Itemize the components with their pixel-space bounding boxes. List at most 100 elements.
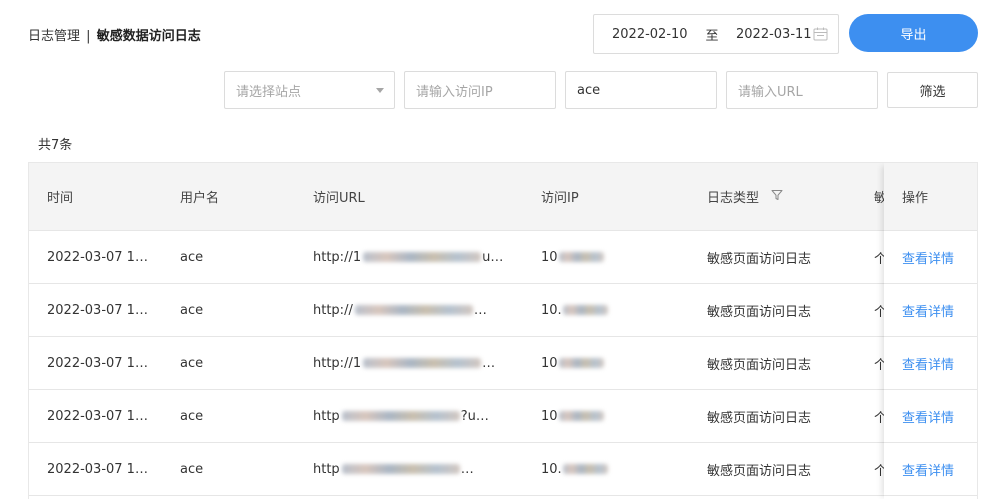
url-prefix: http	[313, 461, 340, 477]
url-suffix: …	[482, 355, 496, 371]
breadcrumb-parent[interactable]: 日志管理	[28, 29, 80, 44]
funnel-icon[interactable]	[771, 189, 783, 205]
cell-time: 2022-03-07 1…	[47, 249, 148, 265]
breadcrumb: 日志管理 | 敏感数据访问日志	[28, 25, 201, 44]
cell-url: http://1 …	[313, 337, 513, 389]
ip-input-placeholder: 请输入访问IP	[416, 84, 493, 100]
cell-log-type: 敏感页面访问日志	[707, 251, 812, 267]
cell-truncated: 个	[874, 337, 884, 389]
ip-prefix: 10	[541, 249, 558, 265]
table-row: 2022-03-07 1… ace http … 10. 敏感页面访问日志 个	[29, 443, 977, 496]
view-details-link[interactable]: 查看详情	[902, 301, 954, 320]
header-username: 用户名	[180, 191, 220, 206]
redacted-ip	[558, 411, 604, 421]
table-row: 2022-03-07 1… ace http://1… 10 敏感页面访问日志 …	[29, 337, 977, 390]
cell-time: 2022-03-07 1…	[47, 461, 148, 477]
redacted-url	[341, 464, 460, 474]
site-select[interactable]: 请选择站点	[224, 71, 395, 109]
username-input[interactable]: ace	[565, 71, 717, 109]
cell-username: ace	[180, 249, 204, 265]
calendar-icon[interactable]	[813, 27, 828, 45]
cell-username: ace	[180, 355, 204, 371]
cell-truncated: 个	[874, 443, 884, 495]
view-details-link[interactable]: 查看详情	[902, 460, 954, 479]
cell-ip: 10	[541, 337, 631, 389]
header-time: 时间	[47, 191, 74, 206]
site-select-placeholder: 请选择站点	[236, 84, 302, 100]
caret-down-icon	[376, 88, 384, 93]
header-url: 访问URL	[313, 191, 365, 206]
table-row: 2022-03-07 1… ace http ?u… 10 敏感页面访问日志 个	[29, 390, 977, 443]
username-input-value: ace	[577, 82, 601, 98]
cell-time: 2022-03-07 1…	[47, 355, 148, 371]
redacted-url	[354, 305, 473, 315]
cell-ip: 10.	[541, 284, 631, 336]
header-log-type-label: 日志类型	[707, 191, 760, 206]
log-table: 时间 用户名 访问URL 访问IP 日志类型 敏 2022-03-07 1… a…	[28, 162, 978, 499]
end-date[interactable]: 2022-03-11	[736, 27, 812, 42]
view-details-link[interactable]: 查看详情	[902, 248, 954, 267]
cell-log-type: 敏感页面访问日志	[707, 463, 812, 479]
url-prefix: http://1	[313, 249, 362, 265]
url-suffix: …	[473, 302, 487, 318]
date-range-separator: 至	[705, 28, 719, 44]
cell-username: ace	[180, 302, 204, 318]
total-count: 共7条	[38, 138, 73, 153]
cell-url: http …	[313, 443, 513, 495]
cell-log-type: 敏感页面访问日志	[707, 357, 812, 373]
start-date[interactable]: 2022-02-10	[612, 27, 688, 42]
view-details-link[interactable]: 查看详情	[902, 354, 954, 373]
cell-time: 2022-03-07 1…	[47, 408, 148, 424]
cell-url: http://1 u…	[313, 231, 513, 283]
redacted-ip	[562, 464, 608, 474]
redacted-ip	[562, 305, 608, 315]
date-range-picker[interactable]: 2022-02-10 至 2022-03-11	[593, 14, 839, 54]
url-suffix: …	[460, 461, 474, 477]
redacted-url	[363, 358, 482, 368]
cell-ip: 10.	[541, 443, 631, 495]
ip-prefix: 10.	[541, 461, 562, 477]
header-log-type: 日志类型	[707, 163, 857, 230]
cell-ip: 10	[541, 231, 631, 283]
export-button[interactable]: 导出	[849, 14, 978, 52]
ip-prefix: 10.	[541, 302, 562, 318]
redacted-ip	[558, 252, 604, 262]
url-input[interactable]: 请输入URL	[726, 71, 878, 109]
url-prefix: http://	[313, 302, 353, 318]
cell-username: ace	[180, 461, 204, 477]
header-ip: 访问IP	[541, 191, 579, 206]
cell-url: http:// …	[313, 284, 513, 336]
table-header: 时间 用户名 访问URL 访问IP 日志类型 敏	[29, 163, 977, 231]
breadcrumb-separator: |	[86, 29, 91, 44]
table-row: 2022-03-07 1… ace http://1 u… 10 敏感页面访问日志…	[29, 231, 977, 284]
operation-cell: 查看详情	[884, 231, 977, 284]
filter-button[interactable]: 筛选	[887, 72, 978, 108]
cell-time: 2022-03-07 1…	[47, 302, 148, 318]
cell-username: ace	[180, 408, 204, 424]
cell-log-type: 敏感页面访问日志	[707, 304, 812, 320]
cell-url: http ?u…	[313, 390, 513, 442]
redacted-url	[341, 411, 460, 421]
redacted-url	[363, 252, 482, 262]
operation-column: 操作 查看详情 查看详情 查看详情 查看详情 查看详情	[884, 163, 977, 499]
cell-truncated: 个	[874, 390, 884, 442]
cell-truncated: 个	[874, 284, 884, 336]
ip-input[interactable]: 请输入访问IP	[404, 71, 556, 109]
url-prefix: http	[313, 408, 340, 424]
operation-cell: 查看详情	[884, 443, 977, 496]
ip-prefix: 10	[541, 408, 558, 424]
page-title: 敏感数据访问日志	[96, 29, 201, 44]
header-truncated: 敏	[874, 163, 884, 230]
url-input-placeholder: 请输入URL	[738, 84, 803, 100]
operation-cell: 查看详情	[884, 337, 977, 390]
table-row: 2022-03-07 1… ace http://… 10. 敏感页面访问日志 …	[29, 284, 977, 337]
operation-cell: 查看详情	[884, 390, 977, 443]
operation-cell: 查看详情	[884, 284, 977, 337]
url-suffix: ?u…	[460, 408, 489, 424]
view-details-link[interactable]: 查看详情	[902, 407, 954, 426]
header-operation: 操作	[884, 163, 977, 231]
redacted-ip	[558, 358, 604, 368]
url-prefix: http://1	[313, 355, 362, 371]
ip-prefix: 10	[541, 355, 558, 371]
cell-truncated: 个	[874, 231, 884, 283]
